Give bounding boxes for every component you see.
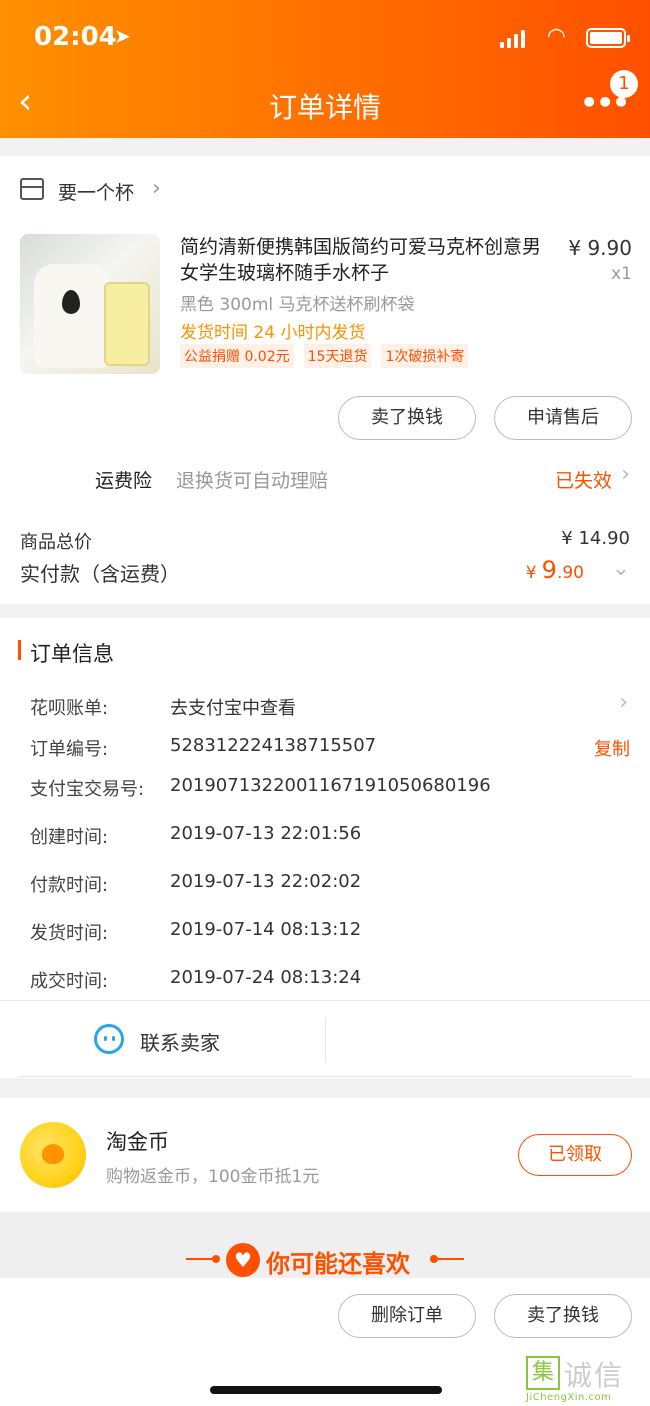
- paid-decimal: .90: [556, 563, 584, 583]
- chevron-right-icon[interactable]: ›: [619, 690, 628, 715]
- status-time: 02:04: [34, 22, 117, 52]
- insurance-label: 运费险: [95, 470, 153, 492]
- coins-title: 淘金币: [106, 1130, 169, 1154]
- copy-button[interactable]: 复制: [594, 735, 630, 761]
- shipped-time-label: 发货时间:: [30, 923, 109, 944]
- coins-claimed-button[interactable]: 已领取: [518, 1134, 632, 1176]
- chat-face-icon: [94, 1024, 124, 1054]
- paid-time-label: 付款时间:: [30, 875, 109, 896]
- coins-desc: 购物返金币，100金币抵1元: [106, 1167, 320, 1187]
- contact-seller-button[interactable]: 联系卖家: [0, 1002, 325, 1076]
- shipping-time: 发货时间 24 小时内发货: [180, 323, 366, 343]
- delete-order-button[interactable]: 删除订单: [338, 1294, 476, 1338]
- product-sku: 黑色 300ml 马克杯送杯刷杯袋: [180, 295, 415, 315]
- watermark-url: JiChengXin.com: [526, 1392, 612, 1403]
- order-info-title: 订单信息: [30, 642, 114, 666]
- chevron-right-icon[interactable]: ›: [621, 462, 630, 487]
- product-quantity: x1: [611, 264, 632, 284]
- created-time-value: 2019-07-13 22:01:56: [170, 823, 362, 844]
- service-tag: 15天退货: [303, 344, 372, 368]
- watermark-logo: 集 诚信 JiChengXin.com: [526, 1354, 644, 1406]
- wifi-icon: ◠: [546, 24, 566, 49]
- product-card: [0, 156, 650, 604]
- decor-dot: [212, 1255, 220, 1263]
- alipay-trade-value: 2019071322001167191050680196: [170, 775, 491, 796]
- sell-button[interactable]: 卖了换钱: [338, 396, 476, 440]
- created-time-label: 创建时间:: [30, 827, 109, 848]
- service-tag: 1次破损补寄: [381, 344, 469, 368]
- goods-total-label: 商品总价: [20, 532, 92, 553]
- status-bar: 02:04 ➤ ◠: [34, 22, 630, 56]
- home-indicator[interactable]: [210, 1386, 442, 1394]
- goods-total-value: ¥ 14.90: [561, 528, 630, 549]
- store-icon: [20, 178, 44, 200]
- location-arrow-icon: ➤: [114, 24, 131, 48]
- product-image[interactable]: [20, 234, 160, 374]
- alipay-trade-label: 支付宝交易号:: [30, 779, 145, 800]
- divider: [0, 1000, 650, 1001]
- service-tags: 公益捐赠 0.02元 15天退货 1次破损补寄: [180, 344, 478, 368]
- huabei-value[interactable]: 去支付宝中查看: [170, 694, 296, 720]
- chevron-down-icon[interactable]: ⌄: [612, 556, 630, 581]
- gold-coin-icon: [20, 1122, 86, 1188]
- recommend-title: 你可能还喜欢: [266, 1250, 410, 1278]
- watermark-chars: 诚信: [564, 1359, 625, 1392]
- product-price: ¥ 9.90: [568, 236, 632, 260]
- chevron-right-icon: ›: [152, 176, 161, 201]
- heart-icon: ♥: [226, 1243, 260, 1277]
- order-number-label: 订单编号:: [30, 739, 109, 760]
- app-header: 02:04 ➤ ◠ ‹ 订单详情 ••• 1: [0, 0, 650, 138]
- service-tag: 公益捐赠 0.02元: [180, 344, 294, 368]
- order-number-value: 528312224138715507: [170, 735, 377, 756]
- decor-line: [436, 1258, 464, 1260]
- sell-button-bottom[interactable]: 卖了换钱: [494, 1294, 632, 1338]
- product-title[interactable]: 简约清新便携韩国版简约可爱马克杯创意男女学生玻璃杯随手水杯子: [180, 234, 558, 286]
- paid-value: ¥ 9.90: [526, 556, 584, 584]
- section-accent-bar: [18, 640, 21, 660]
- paid-integer: 9: [541, 556, 557, 584]
- watermark-box: 集: [526, 1356, 560, 1390]
- aftersale-button[interactable]: 申请售后: [494, 396, 632, 440]
- shipped-time-value: 2019-07-14 08:13:12: [170, 919, 362, 940]
- done-time-label: 成交时间:: [30, 971, 109, 992]
- message-badge: 1: [610, 70, 638, 98]
- huabei-label: 花呗账单:: [30, 698, 109, 719]
- paid-currency: ¥: [525, 563, 537, 583]
- paid-label: 实付款（含运费）: [20, 562, 180, 586]
- insurance-desc: 退换货可自动理赔: [176, 470, 329, 492]
- battery-icon: [586, 28, 630, 48]
- contact-seller-label: 联系卖家: [140, 1031, 220, 1055]
- insurance-status[interactable]: 已失效: [555, 466, 612, 493]
- vertical-divider: [325, 1018, 326, 1062]
- page-title: 订单详情: [268, 91, 381, 124]
- divider: [18, 1076, 632, 1077]
- paid-time-value: 2019-07-13 22:02:02: [170, 871, 362, 892]
- done-time-value: 2019-07-24 08:13:24: [170, 967, 362, 988]
- shop-name: 要一个杯: [58, 182, 135, 204]
- cellular-signal-icon: [500, 30, 526, 48]
- decor-line: [186, 1258, 214, 1260]
